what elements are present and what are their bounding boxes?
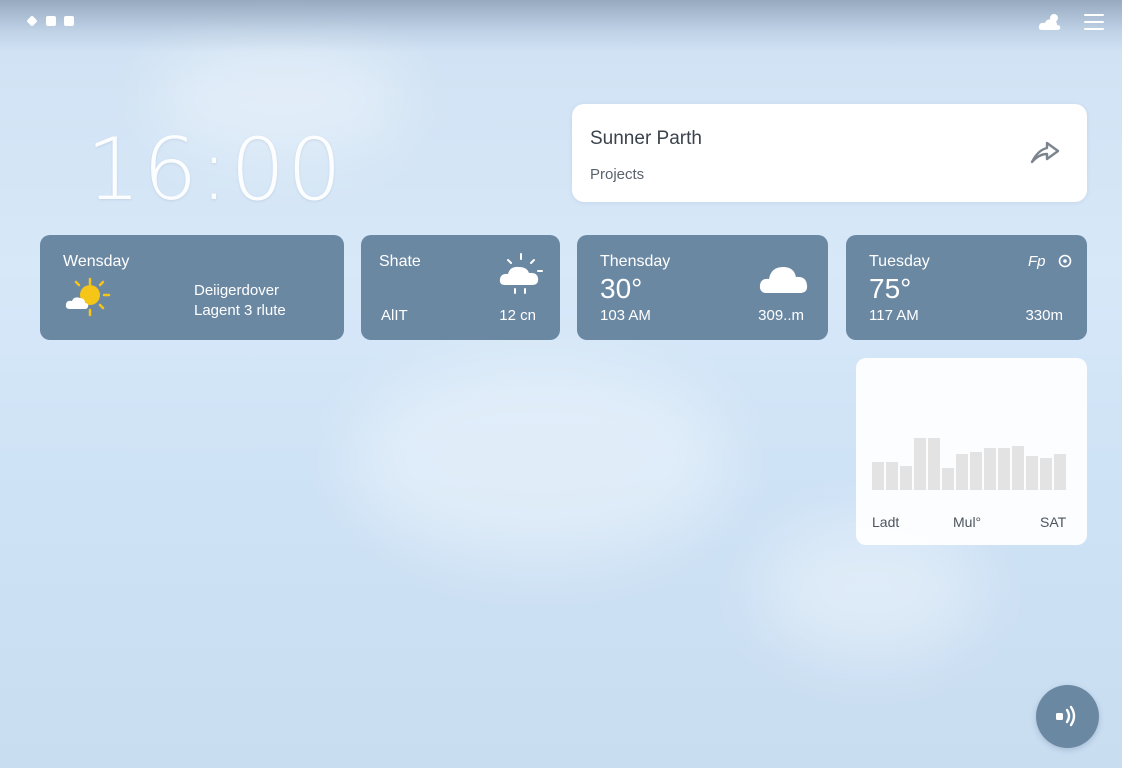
sound-icon [1056,705,1076,727]
chart-tick-label: Ladt [872,514,900,530]
clock-time: 16:00 [86,120,344,220]
forecast-right: 309..m [758,307,804,324]
forecast-day: Wensday [63,253,130,270]
forecast-card-tuesday[interactable]: Tuesday 75° Fp 117 AM 330m [846,235,1087,340]
chart-bar [928,438,940,490]
chart-bar [1040,458,1052,490]
chart-bar [886,462,898,490]
sun-cloud-icon [65,277,111,317]
forecast-badge: Fp [1028,253,1046,270]
sound-button[interactable] [1036,685,1099,748]
chart-bar [900,466,912,490]
chart-tick-label: SAT [1040,514,1067,530]
share-arrow-icon[interactable] [1029,138,1061,166]
chart-bar [956,454,968,490]
weather-cloud-icon[interactable] [1038,12,1062,32]
cloud-icon [759,267,808,293]
bar-chart [872,438,1066,490]
window-icon[interactable] [46,16,56,26]
chart-bar [872,462,884,490]
chart-bar [1026,456,1038,490]
forecast-right: 12 cn [499,307,536,324]
forecast-day: Tuesday [869,253,930,270]
chart-bar [998,448,1010,490]
forecast-line-2: Lagent 3 rlute [194,302,286,319]
forecast-card-thensday[interactable]: Thensday 30° 103 AM 309..m [577,235,828,340]
chart-bar [1054,454,1066,490]
back-icon[interactable] [26,15,38,27]
window-icon[interactable] [64,16,74,26]
background-cloud [350,360,730,560]
forecast-day: Thensday [600,253,671,270]
forecast-line-1: Deiigerdover [194,282,280,299]
profile-subtitle: Projects [590,166,645,183]
forecast-left: 103 AM [600,307,651,324]
chart-bar [984,448,996,490]
forecast-temp: 75° [869,273,912,304]
chart-bar [914,438,926,490]
forecast-left: 117 AM [869,307,919,324]
forecast-left: AlIT [381,307,408,324]
chart-card: Ladt Mul° SAT [856,358,1087,545]
top-bar [0,0,1122,52]
chart-bar [942,468,954,490]
profile-card[interactable]: Sunner Parth Projects [572,104,1087,202]
forecast-card-wensday[interactable]: Wensday Deiigerdover Lagent 3 rlute [40,235,344,340]
profile-name: Sunner Parth [590,128,702,149]
chart-bar [1012,446,1024,490]
forecast-card-shate[interactable]: Shate AlIT 12 cn [361,235,560,340]
sun-cloud-icon [499,253,543,294]
chart-tick-label: Mul° [953,514,982,530]
forecast-day: Shate [379,253,421,270]
forecast-right: 330m [1025,307,1063,324]
chart-bar [970,452,982,490]
forecast-temp: 30° [600,273,643,304]
menu-icon[interactable] [1084,14,1104,30]
info-icon[interactable] [1058,254,1072,268]
